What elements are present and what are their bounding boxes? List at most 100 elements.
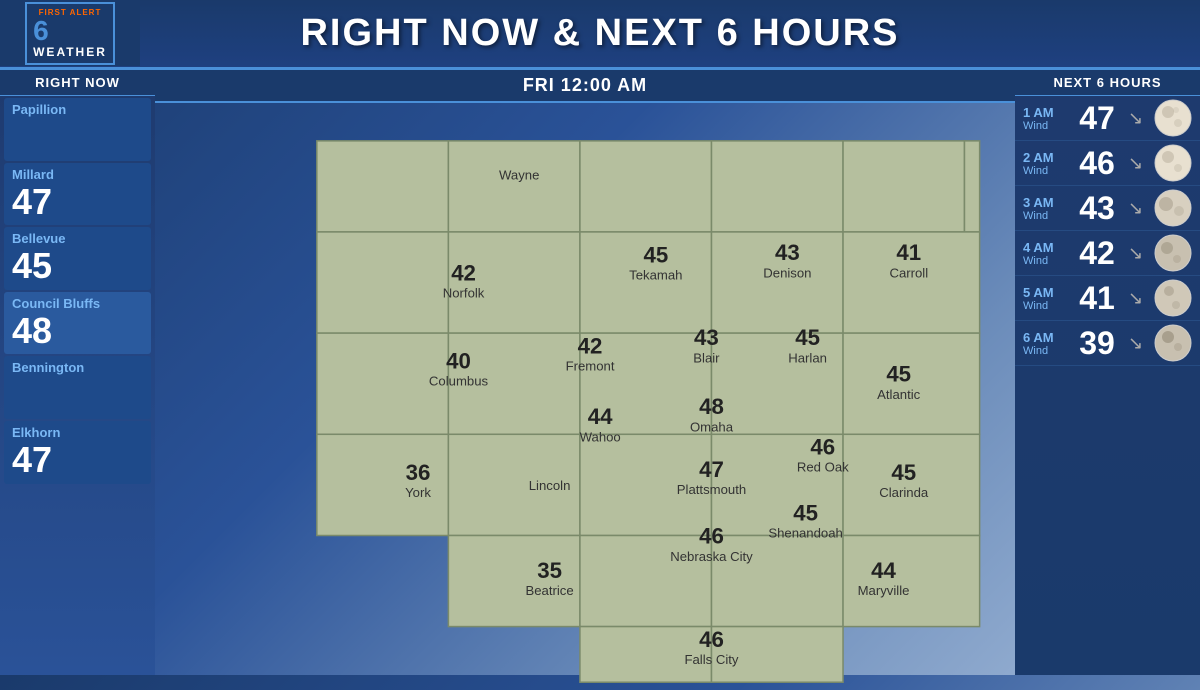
location-elkhorn: Elkhorn 47: [4, 421, 151, 484]
city-wahoo-name: Wahoo: [580, 429, 621, 444]
location-name-papillion: Papillion: [12, 102, 143, 117]
city-atlantic-temp: 45: [886, 362, 911, 387]
city-carroll-temp: 41: [896, 240, 921, 265]
location-name-millard: Millard: [12, 167, 143, 182]
wind-label-6am: Wind: [1023, 345, 1051, 357]
location-temp-council-bluffs: 48: [12, 311, 143, 351]
city-shenandoah-name: Shenandoah: [768, 526, 843, 541]
location-temp-elkhorn: 47: [12, 440, 143, 480]
city-fallsCity-temp: 46: [699, 627, 724, 652]
city-fremont-name: Fremont: [566, 359, 615, 374]
moon-icon-6am: [1154, 324, 1192, 362]
location-name-council-bluffs: Council Bluffs: [12, 296, 143, 311]
wind-arrow-3am: ↘: [1128, 198, 1148, 218]
city-maryville-temp: 44: [871, 558, 896, 583]
hour-temp-1am: 47: [1072, 100, 1122, 137]
hour-temp-6am: 39: [1072, 325, 1122, 362]
location-temp-papillion: [12, 117, 143, 157]
logo-number: 6: [33, 17, 49, 45]
wind-label-3am: Wind: [1023, 210, 1051, 222]
city-harlan-temp: 45: [795, 325, 820, 350]
city-lincoln-name: Lincoln: [529, 478, 571, 493]
wind-label-1am: Wind: [1023, 120, 1051, 132]
moon-icon-1am: [1154, 99, 1192, 137]
hour-row-5am: 5 AM Wind 41 ↘: [1015, 276, 1200, 321]
city-plattsmouth-name: Plattsmouth: [677, 482, 746, 497]
location-temp-bellevue: 45: [12, 246, 143, 286]
hour-temp-4am: 42: [1072, 235, 1122, 272]
weather-map: .county { fill: #b5bf9e; stroke: #7a8a6a…: [160, 108, 1010, 685]
page-title: RIGHT NOW & NEXT 6 HOURS: [140, 12, 1060, 55]
city-columbus-name: Columbus: [429, 374, 489, 389]
city-columbus-temp: 40: [446, 349, 471, 374]
city-fremont-temp: 42: [578, 333, 603, 358]
location-millard: Millard 47: [4, 163, 151, 226]
moon-icon-4am: [1154, 234, 1192, 272]
location-name-bennington: Bennington: [12, 360, 143, 375]
wind-arrow-6am: ↘: [1128, 333, 1148, 353]
hour-label-2am: 2 AM: [1023, 150, 1063, 165]
wind-label-2am: Wind: [1023, 165, 1051, 177]
city-denison-temp: 43: [775, 240, 800, 265]
city-redoak-name: Red Oak: [797, 460, 849, 475]
map-container: .county { fill: #b5bf9e; stroke: #7a8a6a…: [155, 103, 1015, 690]
hour-temp-2am: 46: [1072, 145, 1122, 182]
hour-label-1am: 1 AM: [1023, 105, 1063, 120]
city-tekamah-temp: 45: [643, 242, 668, 267]
city-york-temp: 36: [406, 460, 431, 485]
moon-icon-3am: [1154, 189, 1192, 227]
hour-row-2am: 2 AM Wind 46 ↘: [1015, 141, 1200, 186]
wind-arrow-1am: ↘: [1128, 108, 1148, 128]
hour-label-4am: 4 AM: [1023, 240, 1063, 255]
city-atlantic-name: Atlantic: [877, 387, 921, 402]
city-redoak-temp: 46: [810, 435, 835, 460]
city-omaha-name: Omaha: [690, 419, 734, 434]
city-omaha-temp: 48: [699, 394, 724, 419]
wind-label-5am: Wind: [1023, 300, 1051, 312]
hour-temp-3am: 43: [1072, 190, 1122, 227]
logo-bottom-text: WEATHER: [33, 45, 107, 59]
logo-box: FIRST ALERT 6 WEATHER: [25, 2, 115, 65]
left-panel: RIGHT NOW Papillion Millard 47 Bellevue …: [0, 70, 155, 675]
city-denison-name: Denison: [763, 265, 811, 280]
city-wahoo-temp: 44: [588, 404, 613, 429]
hour-label-6am: 6 AM: [1023, 330, 1063, 345]
city-harlan-name: Harlan: [788, 350, 827, 365]
city-norfolk-temp: 42: [451, 260, 476, 285]
hour-row-6am: 6 AM Wind 39 ↘: [1015, 321, 1200, 366]
main-content: RIGHT NOW Papillion Millard 47 Bellevue …: [0, 70, 1200, 675]
location-name-elkhorn: Elkhorn: [12, 425, 143, 440]
city-carroll-name: Carroll: [889, 265, 928, 280]
location-bellevue: Bellevue 45: [4, 227, 151, 290]
right-panel-header: NEXT 6 HOURS: [1015, 70, 1200, 96]
location-name-bellevue: Bellevue: [12, 231, 143, 246]
city-beatrice-temp: 35: [537, 558, 562, 583]
city-nebraskaCity-temp: 46: [699, 524, 724, 549]
city-shenandoah-temp: 45: [793, 500, 818, 525]
hour-row-4am: 4 AM Wind 42 ↘: [1015, 231, 1200, 276]
city-nebraskaCity-name: Nebraska City: [670, 549, 753, 564]
location-bennington: Bennington: [4, 356, 151, 419]
city-fallsCity-name: Falls City: [684, 652, 738, 667]
header: FIRST ALERT 6 WEATHER RIGHT NOW & NEXT 6…: [0, 0, 1200, 70]
wind-label-4am: Wind: [1023, 255, 1051, 267]
moon-icon-2am: [1154, 144, 1192, 182]
location-temp-bennington: [12, 375, 143, 415]
hour-temp-5am: 41: [1072, 280, 1122, 317]
location-council-bluffs: Council Bluffs 48: [4, 292, 151, 355]
center-area: FRI 12:00 AM .county { fill: #b5bf9e; st…: [155, 70, 1015, 675]
city-maryville-name: Maryville: [858, 583, 910, 598]
city-tekamah-name: Tekamah: [629, 267, 682, 282]
city-blair-temp: 43: [694, 325, 719, 350]
right-panel: NEXT 6 HOURS 1 AM Wind 47 ↘ 2 AM Wind 46: [1015, 70, 1200, 675]
city-beatrice-name: Beatrice: [525, 583, 573, 598]
city-clarinda-name: Clarinda: [879, 485, 929, 500]
wind-arrow-2am: ↘: [1128, 153, 1148, 173]
time-bar: FRI 12:00 AM: [155, 70, 1015, 103]
city-clarinda-temp: 45: [891, 460, 916, 485]
city-plattsmouth-temp: 47: [699, 457, 724, 482]
logo-area: FIRST ALERT 6 WEATHER: [0, 1, 140, 66]
city-blair-name: Blair: [693, 350, 720, 365]
wind-arrow-4am: ↘: [1128, 243, 1148, 263]
location-temp-millard: 47: [12, 182, 143, 222]
